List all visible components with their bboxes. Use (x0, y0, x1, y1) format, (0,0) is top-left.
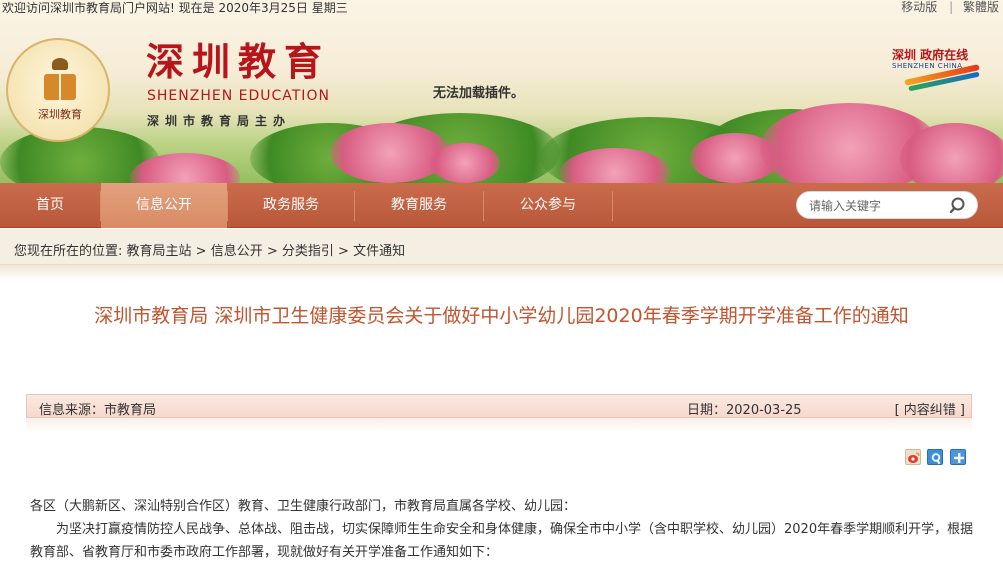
top-links: 移动版 | 繁體版 (895, 0, 999, 14)
more-share-icon[interactable] (950, 449, 966, 465)
article-info-bar: 信息来源：市教育局 日期：2020-03-25 [ 内容纠错 ] (26, 394, 972, 418)
nav-education-services[interactable]: 教育服务 (355, 183, 483, 228)
header-banner: 欢迎访问深圳市教育局门户网站! 现在是 2020年3月25日 星期三 移动版 |… (0, 0, 1003, 183)
source-value: 市教育局 (104, 403, 157, 418)
nav-info-disclosure[interactable]: 信息公开 (101, 183, 227, 228)
search-box (796, 191, 978, 219)
breadcrumb-shadow (0, 265, 1003, 279)
welcome-text: 欢迎访问深圳市教育局门户网站! 现在是 2020年3月25日 星期三 (2, 1, 348, 15)
date-value: 2020-03-25 (726, 403, 802, 418)
shenzhen-government-logo[interactable]: 深圳 政府在线 SHENZHEN CHINA (888, 42, 980, 92)
mobile-version-link[interactable]: 移动版 (901, 0, 937, 14)
breadcrumb-info-disclosure[interactable]: 信息公开 (211, 244, 263, 259)
book-icon (44, 74, 76, 100)
top-links-separator: | (949, 0, 954, 14)
qq-share-icon[interactable] (927, 449, 943, 465)
breadcrumb-notices[interactable]: 文件通知 (353, 244, 405, 259)
breadcrumb-category-guide[interactable]: 分类指引 (282, 244, 334, 259)
search-icon[interactable] (949, 196, 969, 216)
city-logo-text: 深圳 政府在线 (892, 48, 969, 62)
search-input[interactable] (809, 197, 949, 215)
breadcrumb: 您现在所在的位置: 教育局主站 > 信息公开 > 分类指引 > 文件通知 (14, 240, 405, 259)
nav-government-services[interactable]: 政务服务 (228, 183, 354, 228)
breadcrumb-bar: 您现在所在的位置: 教育局主站 > 信息公开 > 分类指引 > 文件通知 (0, 229, 1003, 265)
site-sponsor: 深圳市教育局主办 (147, 114, 292, 128)
content-correction-link[interactable]: [ 内容纠错 ] (895, 399, 965, 418)
article-paragraph: 各区（大鹏新区、深汕特别合作区）教育、卫生健康行政部门，市教育局直属各学校、幼儿… (30, 499, 577, 514)
top-strip: 欢迎访问深圳市教育局门户网站! 现在是 2020年3月25日 星期三 移动版 |… (0, 0, 1003, 18)
bird-icon (52, 58, 68, 70)
article-date: 日期：2020-03-25 (687, 399, 802, 418)
article-source: 信息来源：市教育局 (39, 399, 156, 418)
nav-divider (612, 191, 613, 221)
nav-public-participation[interactable]: 公众参与 (484, 183, 612, 228)
date-label: 日期： (687, 403, 727, 418)
plugin-load-message: 无法加载插件。 (433, 86, 525, 101)
breadcrumb-sep: > (262, 244, 282, 259)
article-title: 深圳市教育局 深圳市卫生健康委员会关于做好中小学幼儿园2020年春季学期开学准备… (94, 305, 909, 327)
site-title-english: SHENZHEN EDUCATION (147, 88, 330, 104)
breadcrumb-home[interactable]: 教育局主站 (127, 244, 192, 259)
breadcrumb-prefix: 您现在所在的位置: (14, 244, 127, 259)
site-title: 深圳教育 (146, 39, 331, 84)
article-body: 各区（大鹏新区、深汕特别合作区）教育、卫生健康行政部门，市教育局直属各学校、幼儿… (30, 495, 980, 564)
education-bureau-emblem[interactable]: 深圳教育 (6, 38, 110, 142)
breadcrumb-sep: > (191, 244, 211, 259)
info-bar-shadow (26, 418, 972, 432)
weibo-share-icon[interactable] (905, 449, 921, 465)
breadcrumb-sep: > (333, 244, 354, 259)
article-paragraph: 为坚决打赢疫情防控人民战争、总体战、阻击战，切实保障师生生命安全和身体健康，确保… (30, 522, 974, 560)
emblem-text: 深圳教育 (38, 108, 82, 121)
nav-home[interactable]: 首页 (0, 183, 100, 228)
source-label: 信息来源： (39, 403, 105, 418)
traditional-chinese-link[interactable]: 繁體版 (963, 0, 999, 14)
